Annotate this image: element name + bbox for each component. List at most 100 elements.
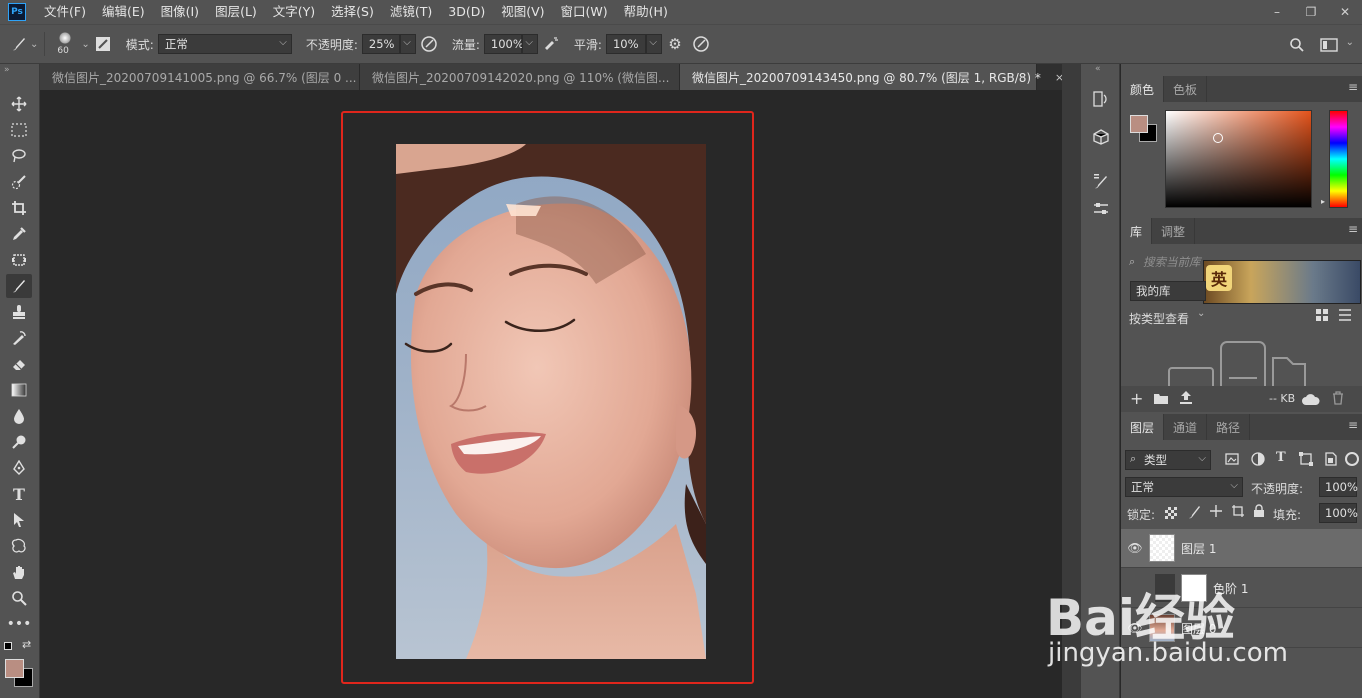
menu-layer[interactable]: 图层(L) [207,0,265,24]
fill-input[interactable]: 100% [1319,503,1358,523]
visibility-eye-icon[interactable]: 👁 [1121,541,1149,555]
chevron-down-icon[interactable]: ⌄ [1346,37,1354,48]
more-tools-icon[interactable]: ••• [6,612,32,636]
eraser-tool-icon[interactable] [6,352,32,376]
blend-mode-select[interactable]: 正常 ⌵ [1125,477,1243,497]
pressure-size-icon[interactable] [688,31,714,57]
hue-slider[interactable] [1329,110,1348,208]
folder-icon[interactable] [1153,392,1169,408]
menu-filter[interactable]: 滤镜(T) [382,0,440,24]
adjustment-filter-icon[interactable] [1251,452,1265,469]
swap-colors-icon[interactable]: ⇄ [22,638,31,651]
trash-icon[interactable] [1332,391,1344,408]
color-picker-field[interactable] [1165,110,1312,208]
lock-pixels-icon[interactable] [1187,504,1201,523]
mode-select[interactable]: 正常 ⌵ [157,34,292,54]
filter-toggle[interactable] [1345,452,1359,466]
canvas-area[interactable] [41,90,1061,698]
history-panel-icon[interactable] [1089,88,1113,110]
tab-document-1[interactable]: 微信图片_20200709141005.png @ 66.7% (图层 0 ..… [40,64,380,90]
dodge-tool-icon[interactable] [6,430,32,454]
adjust-sliders-icon[interactable] [1089,198,1113,220]
quick-select-tool-icon[interactable] [6,170,32,194]
shape-filter-icon[interactable] [1299,452,1313,469]
layer-row-levels-1[interactable]: 色阶 1 [1121,569,1362,608]
visibility-eye-icon[interactable]: 👁 [1121,621,1149,635]
pen-tool-icon[interactable] [6,456,32,480]
smart-object-filter-icon[interactable] [1323,452,1337,469]
menu-image[interactable]: 图像(I) [153,0,207,24]
brush-settings-icon[interactable] [90,31,116,57]
workspace-icon[interactable] [1316,32,1342,58]
opacity-input[interactable]: 25% [361,34,400,54]
menu-help[interactable]: 帮助(H) [616,0,676,24]
gradient-tool-icon[interactable] [6,378,32,402]
menu-view[interactable]: 视图(V) [493,0,552,24]
cloud-icon[interactable] [1301,393,1321,409]
menu-file[interactable]: 文件(F) [36,0,94,24]
menu-edit[interactable]: 编辑(E) [94,0,153,24]
menu-window[interactable]: 窗口(W) [553,0,616,24]
lock-all-icon[interactable] [1253,504,1265,521]
view-by-dropdown[interactable]: 按类型查看 [1129,310,1189,327]
brush-tool-icon[interactable] [6,274,32,298]
close-button[interactable]: ✕ [1328,0,1362,24]
panel-menu-icon[interactable]: ≡ [1348,222,1358,236]
color-picker-cursor[interactable] [1213,133,1223,143]
restore-button[interactable]: ❐ [1294,0,1328,24]
brush-preset-icon[interactable] [6,31,32,57]
layer-row-layer-0[interactable]: 👁 图层 0 [1121,609,1362,648]
tab-paths[interactable]: 路径 [1207,414,1251,440]
tab-swatches[interactable]: 色板 [1164,76,1208,102]
history-brush-tool-icon[interactable] [6,326,32,350]
frame-tool-icon[interactable] [6,248,32,272]
chevron-down-icon[interactable]: ⌄ [1197,308,1205,319]
3d-panel-icon[interactable] [1089,126,1113,148]
brush-size-picker[interactable]: 60 [51,29,81,59]
airbrush-icon[interactable] [538,31,564,57]
lock-artboard-icon[interactable] [1231,504,1245,521]
add-icon[interactable]: + [1130,389,1143,408]
brush-settings-panel-icon[interactable] [1089,170,1113,192]
layer-row-layer-1[interactable]: 👁 图层 1 [1121,529,1362,568]
menu-3d[interactable]: 3D(D) [440,0,493,24]
panel-menu-icon[interactable]: ≡ [1348,80,1358,94]
panel-menu-icon[interactable]: ≡ [1348,418,1358,432]
chevron-down-icon[interactable]: ⌄ [30,39,38,50]
minimize-button[interactable]: – [1260,0,1294,24]
gear-icon[interactable]: ⚙ [662,31,688,57]
library-search-input[interactable]: 搜索当前库 [1143,254,1211,272]
hand-tool-icon[interactable] [6,560,32,584]
path-select-tool-icon[interactable] [6,508,32,532]
type-tool-icon[interactable]: T [6,482,32,506]
blur-tool-icon[interactable] [6,404,32,428]
lasso-tool-icon[interactable] [6,144,32,168]
pixel-filter-icon[interactable] [1225,453,1239,468]
flow-slider-toggle[interactable]: ⌵ [521,34,538,54]
tab-libraries[interactable]: 库 [1121,218,1153,244]
color-fg-swatch[interactable] [1130,115,1148,133]
tab-color[interactable]: 颜色 [1121,76,1165,102]
zoom-tool-icon[interactable] [6,586,32,610]
tab-adjustments[interactable]: 调整 [1152,218,1196,244]
eyedropper-tool-icon[interactable] [6,222,32,246]
list-view-icon[interactable] [1338,308,1354,324]
flow-input[interactable]: 100% [483,34,524,54]
tab-channels[interactable]: 通道 [1164,414,1208,440]
menu-type[interactable]: 文字(Y) [265,0,323,24]
menu-select[interactable]: 选择(S) [323,0,382,24]
type-filter-icon[interactable]: T [1276,450,1286,465]
tab-document-2[interactable]: 微信图片_20200709142020.png @ 110% (微信图...× [360,64,693,90]
smoothing-slider-toggle[interactable]: ⌵ [645,34,662,54]
tab-layers[interactable]: 图层 [1121,414,1165,440]
hue-slider-arrow-icon[interactable]: ▸ [1321,197,1325,206]
smoothing-input[interactable]: 10% [605,34,646,54]
pressure-opacity-icon[interactable] [416,31,442,57]
layer-opacity-input[interactable]: 100% [1319,477,1358,497]
lock-position-icon[interactable] [1209,504,1223,521]
collapse-arrows-icon[interactable]: » [4,65,10,75]
library-select[interactable]: 我的库 [1130,281,1206,301]
stamp-tool-icon[interactable] [6,300,32,324]
search-icon[interactable] [1284,32,1310,58]
chevron-down-icon[interactable]: ⌄ [81,39,89,50]
